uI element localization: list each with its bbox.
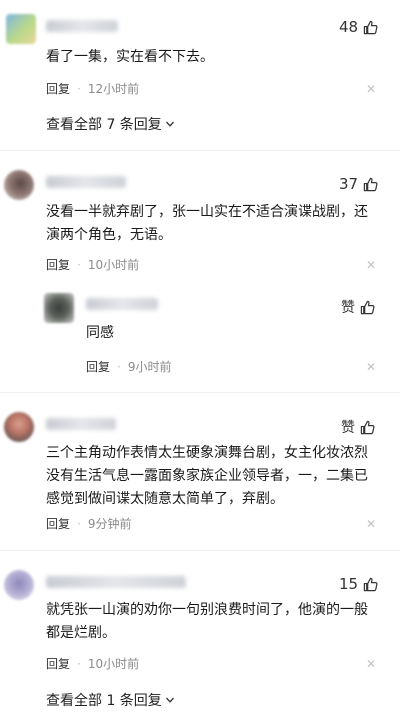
username-blurred[interactable] bbox=[46, 176, 126, 188]
divider bbox=[0, 550, 400, 551]
close-icon[interactable]: ✕ bbox=[366, 258, 376, 272]
see-all-replies-label: 查看全部 7 条回复 bbox=[46, 117, 162, 133]
like-button[interactable]: 赞 bbox=[341, 417, 375, 437]
avatar[interactable] bbox=[4, 570, 34, 600]
username-blurred[interactable] bbox=[46, 418, 116, 430]
timestamp: 10小时前 bbox=[87, 258, 140, 272]
like-button[interactable]: 赞 bbox=[341, 297, 375, 317]
comment-text: 就凭张一山演的劝你一句别浪费时间了，他演的一般都是烂剧。 bbox=[46, 602, 368, 641]
close-icon[interactable]: ✕ bbox=[366, 360, 376, 374]
reply-button[interactable]: 回复 bbox=[46, 655, 70, 672]
avatar[interactable] bbox=[4, 412, 34, 442]
reply-button[interactable]: 回复 bbox=[46, 256, 70, 273]
reply-button[interactable]: 回复 bbox=[46, 515, 70, 532]
comment-text: 看了一集，实在看不下去。 bbox=[46, 49, 214, 65]
separator-dot: · bbox=[77, 81, 81, 96]
separator-dot: · bbox=[117, 359, 121, 374]
divider bbox=[0, 392, 400, 393]
avatar[interactable] bbox=[4, 170, 34, 200]
chevron-down-icon bbox=[165, 697, 174, 703]
like-label: 赞 bbox=[341, 420, 355, 436]
timestamp: 12小时前 bbox=[87, 82, 140, 96]
reply-button[interactable]: 回复 bbox=[46, 80, 70, 97]
comment-meta: 回复 · 10小时前 bbox=[46, 655, 139, 672]
close-icon[interactable]: ✕ bbox=[366, 657, 376, 671]
thumbs-up-icon bbox=[363, 577, 378, 591]
timestamp: 10小时前 bbox=[87, 657, 140, 671]
close-icon[interactable]: ✕ bbox=[366, 82, 376, 96]
like-count: 37 bbox=[339, 175, 359, 193]
divider bbox=[0, 150, 400, 151]
thumbs-up-icon bbox=[363, 177, 378, 191]
separator-dot: · bbox=[77, 656, 81, 671]
avatar[interactable] bbox=[6, 14, 36, 44]
see-all-replies-button[interactable]: 查看全部 7 条回复 bbox=[46, 114, 175, 134]
separator-dot: · bbox=[77, 257, 81, 272]
see-all-replies-label: 查看全部 1 条回复 bbox=[46, 693, 162, 709]
username-blurred[interactable] bbox=[46, 576, 186, 588]
thumbs-up-icon bbox=[360, 300, 375, 314]
like-button[interactable]: 15 bbox=[339, 575, 378, 593]
like-count: 15 bbox=[339, 575, 359, 593]
reply-button[interactable]: 回复 bbox=[86, 358, 110, 375]
avatar[interactable] bbox=[44, 293, 74, 323]
username-blurred[interactable] bbox=[46, 20, 118, 32]
see-all-replies-button[interactable]: 查看全部 1 条回复 bbox=[46, 690, 175, 710]
comment-text: 没看一半就弃剧了，张一山实在不适合演谍战剧，还演两个角色，无语。 bbox=[46, 204, 368, 243]
like-button[interactable]: 37 bbox=[339, 175, 378, 193]
like-label: 赞 bbox=[341, 300, 355, 316]
separator-dot: · bbox=[77, 516, 81, 531]
reply-text: 同感 bbox=[86, 325, 114, 341]
chevron-down-icon bbox=[165, 121, 174, 127]
comment-meta: 回复 · 12小时前 bbox=[46, 80, 139, 97]
reply-meta: 回复 · 9小时前 bbox=[86, 358, 171, 375]
comment-meta: 回复 · 9分钟前 bbox=[46, 515, 131, 532]
like-button[interactable]: 48 bbox=[339, 18, 378, 36]
like-count: 48 bbox=[339, 18, 359, 36]
close-icon[interactable]: ✕ bbox=[366, 517, 376, 531]
comment-text: 三个主角动作表情太生硬象演舞台剧，女主化妆浓烈没有生活气息一露面象家族企业领导者… bbox=[46, 445, 368, 507]
timestamp: 9小时前 bbox=[127, 360, 172, 374]
comment-meta: 回复 · 10小时前 bbox=[46, 256, 139, 273]
username-blurred[interactable] bbox=[86, 298, 158, 310]
thumbs-up-icon bbox=[360, 420, 375, 434]
timestamp: 9分钟前 bbox=[87, 517, 132, 531]
thumbs-up-icon bbox=[363, 20, 378, 34]
